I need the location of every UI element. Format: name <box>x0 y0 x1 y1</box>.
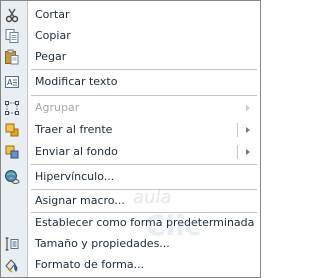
context-menu: Cortar Copiar Pegar A Modificar texto Ag… <box>0 0 261 278</box>
menu-item-label: Hipervínculo... <box>35 170 115 183</box>
menu-item-establecer-forma-predeterminada[interactable]: Establecer como forma predeterminada <box>1 212 260 234</box>
submenu-arrow-icon[interactable] <box>246 127 250 133</box>
menu-item-traer-al-frente[interactable]: Traer al frente <box>1 119 260 141</box>
submenu-arrow-icon[interactable] <box>246 149 250 155</box>
menu-separator <box>31 164 257 165</box>
size-properties-icon <box>4 236 20 252</box>
submenu-arrow-icon <box>246 105 250 111</box>
menu-item-copiar[interactable]: Copiar <box>1 25 260 47</box>
menu-item-agrupar: Agrupar <box>1 97 260 119</box>
svg-text:A: A <box>7 78 13 87</box>
menu-item-label: Formato de forma... <box>35 258 145 271</box>
menu-item-label: Enviar al fondo <box>35 145 118 158</box>
menu-item-label: Cortar <box>35 8 70 21</box>
format-shape-icon <box>4 257 20 273</box>
menu-item-label: Pegar <box>35 50 67 63</box>
paste-icon <box>4 49 20 65</box>
menu-separator <box>31 69 257 70</box>
bring-to-front-icon <box>4 122 20 138</box>
menu-item-label: Tamaño y propiedades... <box>35 237 170 250</box>
menu-item-tamano-propiedades[interactable]: Tamaño y propiedades... <box>1 233 260 255</box>
split-divider <box>237 123 238 137</box>
menu-item-label: Establecer como forma predeterminada <box>35 216 255 229</box>
send-to-back-icon <box>4 144 20 160</box>
group-icon <box>4 100 20 116</box>
menu-item-formato-de-forma[interactable]: Formato de forma... <box>1 254 260 276</box>
menu-item-enviar-al-fondo[interactable]: Enviar al fondo <box>1 141 260 163</box>
menu-separator <box>31 95 257 96</box>
hyperlink-icon <box>4 169 20 185</box>
menu-item-label: Agrupar <box>35 101 80 114</box>
menu-item-modificar-texto[interactable]: A Modificar texto <box>1 71 260 93</box>
copy-icon <box>4 28 20 44</box>
menu-item-label: Modificar texto <box>35 75 118 88</box>
menu-item-label: Copiar <box>35 29 71 42</box>
menu-item-cortar[interactable]: Cortar <box>1 4 260 26</box>
menu-item-label: Traer al frente <box>35 123 113 136</box>
split-divider <box>237 145 238 159</box>
menu-item-asignar-macro[interactable]: Asignar macro... <box>1 190 260 212</box>
edit-text-icon: A <box>4 74 20 90</box>
menu-item-hipervinculo[interactable]: Hipervínculo... <box>1 166 260 188</box>
menu-item-pegar[interactable]: Pegar <box>1 46 260 68</box>
scissors-icon <box>4 7 20 23</box>
menu-item-label: Asignar macro... <box>35 194 125 207</box>
